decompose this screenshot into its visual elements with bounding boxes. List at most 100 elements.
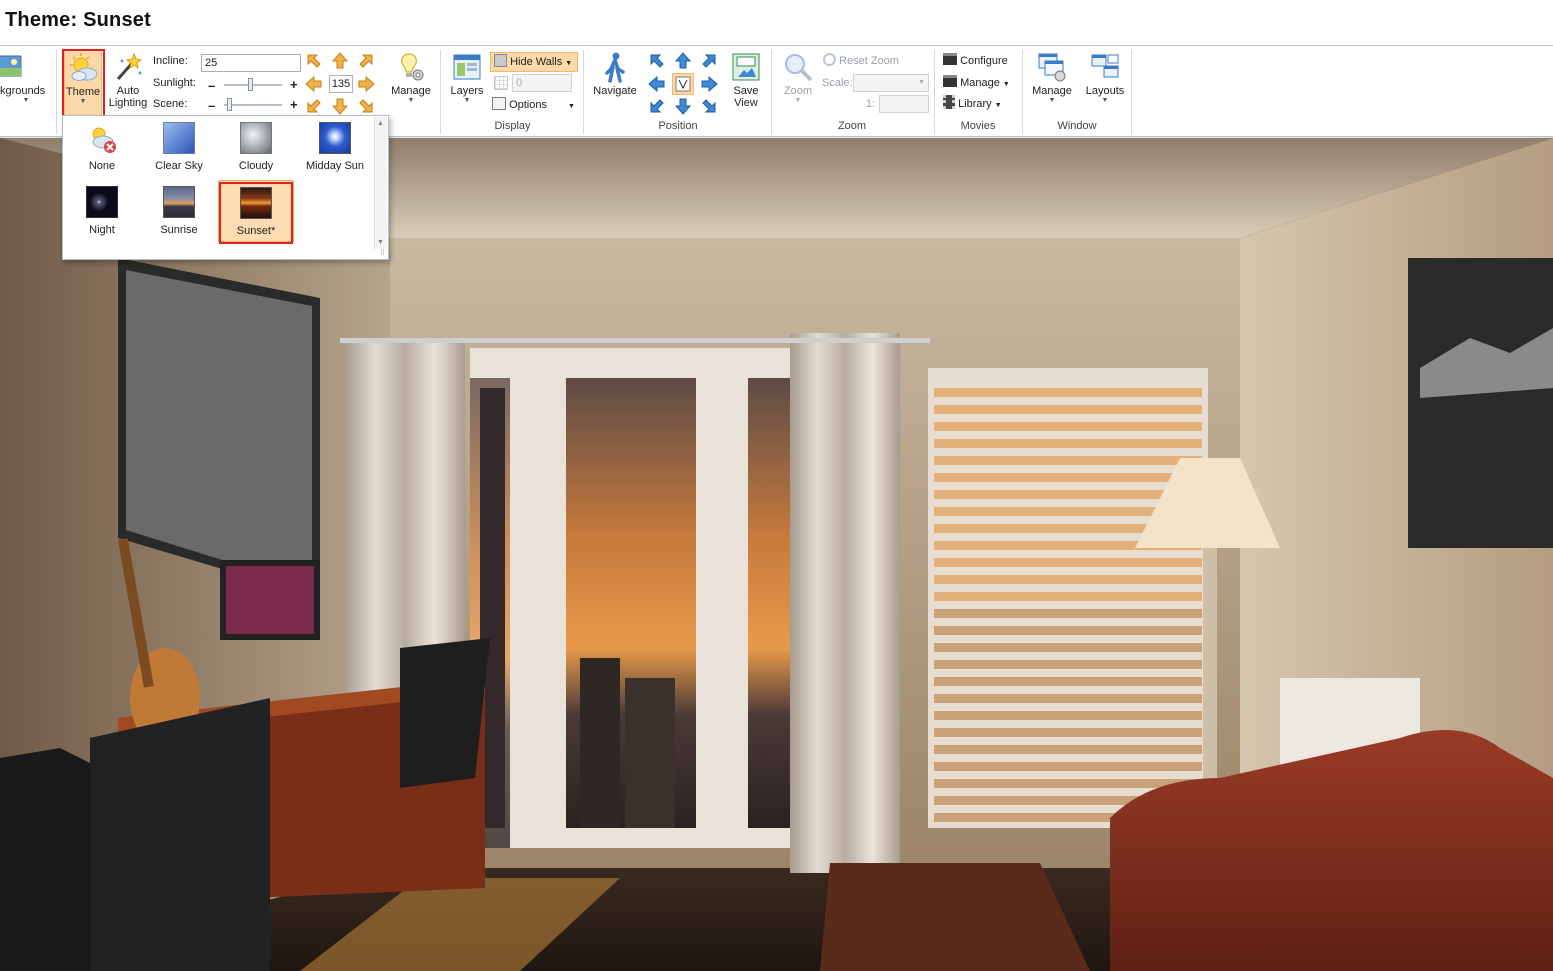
wall-grid-icon: [494, 76, 508, 90]
library-button[interactable]: Library ▼: [943, 95, 1002, 113]
sunlight-label: Sunlight:: [153, 77, 196, 89]
walking-person-icon: [599, 51, 631, 83]
film-strip-icon: [943, 95, 955, 109]
wall-height-field[interactable]: 0: [512, 74, 572, 92]
pan-down-icon[interactable]: [674, 97, 692, 115]
lightbulb-gear-icon: [395, 51, 427, 83]
clear-sky-thumbnail: [163, 122, 195, 154]
chevron-down-icon: ▼: [568, 103, 575, 110]
sunset-highlight-frame: [219, 182, 293, 244]
chevron-down-icon: ▼: [22, 97, 30, 104]
sunrise-thumbnail: [163, 186, 195, 218]
movies-manage-button[interactable]: Manage ▼: [943, 74, 1010, 92]
theme-highlight-frame: [62, 49, 105, 117]
layers-icon: [451, 51, 483, 83]
arrow-right-icon[interactable]: [357, 75, 375, 93]
theme-tile-cloudy[interactable]: Cloudy: [218, 116, 294, 178]
theme-tile-sunrise[interactable]: Sunrise: [141, 180, 217, 242]
blind-slat: [934, 456, 1202, 465]
pan-up-left-icon[interactable]: [648, 52, 666, 70]
blind-slat: [934, 677, 1202, 686]
pan-left-icon[interactable]: [648, 75, 666, 93]
backgrounds-button[interactable]: kgrounds ▼: [0, 49, 52, 117]
reset-zoom-button[interactable]: Reset Zoom: [823, 52, 899, 70]
minus-icon[interactable]: –: [208, 99, 215, 112]
plus-icon[interactable]: +: [290, 98, 298, 111]
arrow-up-icon[interactable]: [331, 52, 349, 70]
hide-walls-icon: [494, 54, 507, 67]
reset-zoom-icon: [823, 53, 836, 66]
blind-slat: [934, 609, 1202, 618]
night-thumbnail: [86, 186, 118, 218]
plus-icon[interactable]: +: [290, 78, 298, 91]
sunlight-slider[interactable]: [224, 78, 282, 91]
blind-slat: [934, 762, 1202, 771]
options-button[interactable]: Options ▼: [492, 96, 575, 114]
blind-slat: [934, 575, 1202, 584]
chevron-down-icon: ▼: [918, 79, 925, 86]
zoom-button[interactable]: Zoom ▼: [778, 49, 818, 117]
ratio-field[interactable]: [879, 95, 929, 113]
room-render: [0, 138, 1553, 971]
scroll-up-icon[interactable]: ▲: [377, 120, 384, 127]
center-view-button[interactable]: [672, 73, 694, 95]
incline-field[interactable]: 25: [201, 54, 301, 72]
group-separator: [56, 50, 57, 134]
arrow-up-right-icon[interactable]: [357, 52, 375, 70]
pan-down-right-icon[interactable]: [700, 97, 718, 115]
blind-slat: [934, 660, 1202, 669]
window-manage-button[interactable]: Manage ▼: [1029, 49, 1075, 117]
clapperboard-icon: [943, 53, 957, 65]
blind-slat: [934, 439, 1202, 448]
arrow-down-icon[interactable]: [331, 97, 349, 115]
hide-walls-button[interactable]: Hide Walls ▼: [490, 52, 578, 72]
theme-tile-night[interactable]: Night: [64, 180, 140, 242]
pan-up-icon[interactable]: [674, 52, 692, 70]
windows-gear-icon: [1036, 51, 1068, 83]
chevron-down-icon: ▼: [1101, 97, 1109, 104]
slider-handle[interactable]: [248, 78, 253, 91]
blind-slat: [934, 745, 1202, 754]
theme-tile-none[interactable]: None: [64, 116, 140, 178]
gallery-scrollbar[interactable]: ▲ ▼: [374, 117, 387, 249]
arrow-up-left-icon[interactable]: [305, 52, 323, 70]
blind-slat: [934, 388, 1202, 397]
scale-select[interactable]: ▼: [853, 74, 929, 92]
pan-down-left-icon[interactable]: [648, 97, 666, 115]
resize-grip-icon[interactable]: ⠿: [380, 249, 385, 257]
window-group-label: Window: [1057, 120, 1097, 132]
group-separator: [440, 50, 441, 134]
scene-slider[interactable]: [224, 98, 282, 111]
theme-tile-clear-sky[interactable]: Clear Sky: [141, 116, 217, 178]
chevron-down-icon: ▼: [1002, 81, 1010, 88]
configure-button[interactable]: Configure: [943, 52, 1008, 70]
layouts-button[interactable]: Layouts ▼: [1083, 49, 1127, 117]
midday-sun-thumbnail: [319, 122, 351, 154]
navigate-button[interactable]: Navigate: [589, 49, 641, 117]
rendered-room-view[interactable]: [0, 138, 1553, 971]
chevron-down-icon: ▼: [1048, 97, 1056, 104]
chevron-down-icon: ▼: [463, 97, 471, 104]
theme-tile-midday-sun[interactable]: Midday Sun: [295, 116, 375, 178]
magic-wand-icon: [112, 51, 144, 83]
chevron-down-icon: ▼: [407, 97, 415, 104]
page-title: Theme: Sunset: [5, 9, 151, 31]
scroll-down-icon[interactable]: ▼: [377, 239, 384, 246]
blind-slat: [934, 473, 1202, 482]
arrow-down-right-icon[interactable]: [357, 97, 375, 115]
save-view-icon: [730, 51, 762, 83]
pan-up-right-icon[interactable]: [700, 52, 718, 70]
arrow-down-left-icon[interactable]: [305, 97, 323, 115]
slider-handle[interactable]: [227, 98, 232, 111]
magnifier-icon: [782, 51, 814, 83]
auto-lighting-button[interactable]: Auto Lighting: [106, 49, 150, 117]
blind-slat: [934, 728, 1202, 737]
pan-right-icon[interactable]: [700, 75, 718, 93]
layers-button[interactable]: Layers ▼: [447, 49, 487, 117]
minus-icon[interactable]: –: [208, 79, 215, 92]
manage-lighting-button[interactable]: Manage ▼: [388, 49, 434, 117]
blind-slat: [934, 405, 1202, 414]
arrow-left-icon[interactable]: [305, 75, 323, 93]
save-view-button[interactable]: Save View: [726, 49, 766, 117]
sun-direction-field[interactable]: 135: [329, 75, 353, 93]
